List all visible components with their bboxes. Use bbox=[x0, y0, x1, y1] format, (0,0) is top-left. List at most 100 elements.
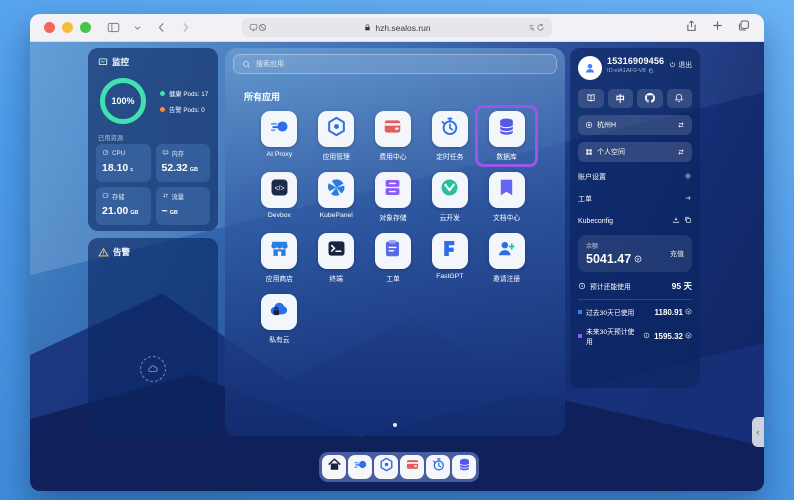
app-数据库[interactable]: 数据库 bbox=[478, 108, 535, 164]
terminal-icon bbox=[326, 238, 347, 264]
search-input[interactable]: 搜索应用 bbox=[233, 54, 557, 74]
chevron-down-icon[interactable] bbox=[128, 19, 146, 37]
menu-账户设置[interactable]: 账户设置 bbox=[578, 166, 692, 188]
menu-kubeconfig[interactable]: Kubeconfig bbox=[578, 210, 692, 232]
private-cloud-icon bbox=[269, 299, 290, 325]
collapse-panel-toggle[interactable]: ‹ bbox=[752, 417, 764, 447]
dock-定时任务[interactable] bbox=[426, 455, 450, 479]
zoom-button[interactable] bbox=[80, 22, 91, 33]
app-应用管理[interactable]: 应用管理 bbox=[308, 108, 365, 164]
address-bar[interactable]: hzh.sealos.run 文A bbox=[242, 18, 552, 37]
tab-overview-icon[interactable] bbox=[737, 19, 750, 37]
lock-icon bbox=[363, 23, 372, 32]
resource-card: 内存 52.32GB bbox=[156, 144, 211, 182]
monitor-header: 监控 bbox=[88, 48, 218, 68]
ticket-icon bbox=[382, 238, 403, 264]
app-定时任务[interactable]: 定时任务 bbox=[421, 108, 478, 164]
app-tile[interactable] bbox=[261, 111, 297, 147]
app-云开发[interactable]: 云开发 bbox=[421, 169, 478, 225]
svg-text:</>: </> bbox=[274, 185, 284, 192]
book-button[interactable] bbox=[578, 89, 604, 108]
legend-dot bbox=[160, 107, 165, 112]
reload-icon[interactable] bbox=[536, 19, 545, 37]
legend-label: 健康 Pods: 17 bbox=[169, 89, 208, 98]
app-fastgpt[interactable]: FastGPT bbox=[421, 230, 478, 286]
app-tile[interactable] bbox=[318, 233, 354, 269]
balance-card: 余额 5041.47 充值 bbox=[578, 235, 692, 272]
workspace-label: 个人空间 bbox=[597, 147, 673, 157]
app-tile[interactable] bbox=[318, 172, 354, 208]
app-label: 定时任务 bbox=[436, 151, 463, 161]
gauge-icon bbox=[102, 149, 109, 158]
app-label: 私有云 bbox=[269, 334, 289, 344]
dock-费用中心[interactable] bbox=[400, 455, 424, 479]
logout-button[interactable]: 退出 bbox=[669, 59, 692, 69]
dock-ai-proxy[interactable] bbox=[348, 455, 372, 479]
app-devbox[interactable]: </> Devbox bbox=[251, 169, 308, 225]
app-label: 应用商店 bbox=[266, 273, 293, 283]
gear-icon[interactable] bbox=[680, 172, 692, 182]
app-tile[interactable] bbox=[375, 111, 411, 147]
home-icon bbox=[327, 457, 342, 477]
github-button[interactable] bbox=[637, 89, 663, 108]
search-icon bbox=[242, 60, 251, 69]
app-tile[interactable] bbox=[432, 233, 468, 269]
shield-icon bbox=[258, 19, 267, 37]
dock-数据库[interactable] bbox=[452, 455, 476, 479]
app-store-icon bbox=[269, 238, 290, 264]
app-终端[interactable]: 终端 bbox=[308, 230, 365, 286]
back-button[interactable] bbox=[152, 19, 170, 37]
app-费用中心[interactable]: 费用中心 bbox=[365, 108, 422, 164]
page-indicator-dot[interactable] bbox=[393, 423, 397, 427]
resource-unit: GB bbox=[190, 167, 198, 173]
app-邀请注册[interactable]: 邀请注册 bbox=[478, 230, 535, 286]
app-tile[interactable] bbox=[261, 294, 297, 330]
menu-工单[interactable]: 工单 bbox=[578, 188, 692, 210]
share-icon[interactable] bbox=[685, 19, 698, 37]
minimize-button[interactable] bbox=[62, 22, 73, 33]
browser-titlebar: hzh.sealos.run 文A bbox=[30, 14, 764, 42]
resource-card: CPU 18.10c bbox=[96, 144, 151, 182]
new-tab-icon[interactable] bbox=[711, 19, 724, 37]
app-tile[interactable] bbox=[375, 172, 411, 208]
app-私有云[interactable]: 私有云 bbox=[251, 291, 308, 347]
app-tile[interactable] bbox=[489, 111, 525, 147]
app-tile[interactable]: </> bbox=[261, 172, 297, 208]
alerts-header: 告警 bbox=[88, 238, 218, 258]
recharge-button[interactable]: 充值 bbox=[670, 249, 684, 259]
chevron-left-icon: ‹ bbox=[757, 427, 760, 437]
app-tile[interactable] bbox=[261, 233, 297, 269]
region-selector[interactable]: 杭州H bbox=[578, 115, 692, 135]
sidebar-toggle-icon[interactable] bbox=[104, 19, 122, 37]
info-icon[interactable] bbox=[643, 332, 650, 341]
avatar[interactable] bbox=[578, 56, 602, 80]
ai-proxy-icon bbox=[353, 457, 368, 477]
app-ai-proxy[interactable]: AI Proxy bbox=[251, 108, 308, 164]
app-文档中心[interactable]: 文档中心 bbox=[478, 169, 535, 225]
app-工单[interactable]: 工单 bbox=[365, 230, 422, 286]
app-label: 工单 bbox=[386, 273, 400, 283]
app-tile[interactable] bbox=[432, 172, 468, 208]
bell-button[interactable] bbox=[667, 89, 693, 108]
copy-icon[interactable] bbox=[680, 216, 692, 226]
workspace-icon bbox=[585, 148, 593, 156]
app-tile[interactable] bbox=[375, 233, 411, 269]
app-tile[interactable] bbox=[489, 172, 525, 208]
app-对象存储[interactable]: 对象存储 bbox=[365, 169, 422, 225]
translate-icon[interactable]: 文A bbox=[527, 19, 536, 37]
app-应用商店[interactable]: 应用商店 bbox=[251, 230, 308, 286]
app-tile[interactable] bbox=[318, 111, 354, 147]
dock-应用管理[interactable] bbox=[374, 455, 398, 479]
language-button[interactable]: 中 bbox=[608, 89, 634, 108]
screen: hzh.sealos.run 文A 监控 bbox=[0, 0, 794, 500]
forward-button[interactable] bbox=[176, 19, 194, 37]
close-button[interactable] bbox=[44, 22, 55, 33]
app-tile[interactable] bbox=[432, 111, 468, 147]
app-kubepanel[interactable]: KubePanel bbox=[308, 169, 365, 225]
arrow-right-icon[interactable] bbox=[680, 194, 692, 204]
app-launcher-panel: 搜索应用 所有应用 AI Proxy 应用管理 费用中心 定时任务 数据库</>… bbox=[225, 48, 565, 436]
dock-home[interactable] bbox=[322, 455, 346, 479]
download-icon[interactable] bbox=[668, 216, 680, 226]
workspace-selector[interactable]: 个人空间 bbox=[578, 142, 692, 162]
app-tile[interactable] bbox=[489, 233, 525, 269]
